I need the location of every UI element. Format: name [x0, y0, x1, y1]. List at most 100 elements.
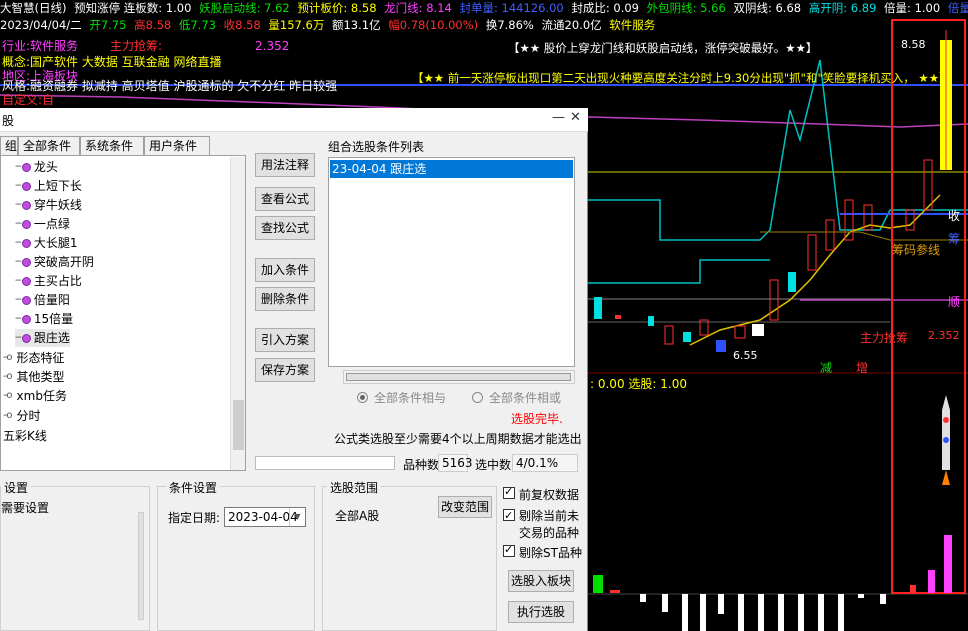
indicator-demon: 妖股启动线: 7.62: [199, 1, 290, 15]
condition-tree[interactable]: --- 龙头 --- 上短下长 --- 穿牛妖线 --- 一点绿 --- 大长腿1 ---…: [0, 155, 246, 471]
quote-bar: 2023/04/04/二 开7.75 高8.58 低7.73 收8.58 量15…: [0, 17, 968, 34]
range-value: 全部A股: [335, 509, 380, 523]
tree-item[interactable]: --- 大长腿1: [15, 234, 77, 252]
chk-exclude-st[interactable]: 剔除ST品种: [503, 543, 582, 561]
tree-item-label: 主买占比: [33, 274, 82, 288]
usage-button[interactable]: 用法注释: [255, 153, 315, 177]
chart-main-force-value: 2.352: [928, 329, 960, 342]
radio-icon: [357, 392, 368, 403]
tab-system-conditions[interactable]: 系统条件: [80, 136, 144, 156]
tree-item-selected[interactable]: --- 跟庄选: [15, 329, 70, 347]
quote-sector: 软件服务: [609, 18, 656, 32]
close-icon[interactable]: ✕: [570, 110, 581, 125]
tree-item-label: 穿牛妖线: [33, 198, 82, 212]
dialog-titlebar: 股 — ✕: [0, 108, 588, 132]
tree-item[interactable]: --- 突破高开阴: [15, 253, 94, 271]
radio-and[interactable]: 全部条件相与: [357, 389, 446, 406]
chip-line-label: 筹码参线: [892, 243, 941, 257]
tree-group-label: 其他类型: [16, 370, 65, 384]
main-force-label: 主力抢筹:: [110, 39, 163, 53]
date-label: 指定日期:: [168, 511, 221, 525]
radio-icon: [472, 392, 483, 403]
scroll-thumb[interactable]: [233, 400, 244, 450]
selected-value: 4/0.1%: [512, 454, 578, 472]
condition-settings-group: 条件设置 指定日期: 2023-04-04 ▼: [157, 479, 315, 631]
tree-item-label: 一点绿: [33, 217, 70, 231]
quote-float: 流通20.0亿: [541, 18, 602, 32]
formula-icon: [21, 333, 31, 343]
chk-exclude-untraded[interactable]: 剔除当前未交易的品种: [503, 507, 583, 542]
formula-icon: [21, 238, 31, 248]
tree-group[interactable]: --o 分时: [3, 407, 41, 425]
app-title: 大智慧(日线): [0, 1, 67, 15]
formula-icon: [21, 181, 31, 191]
chart-right-label-4: 顺: [948, 295, 961, 309]
settings-scrollbar[interactable]: [138, 512, 144, 620]
date-value: 2023-04-04: [228, 510, 298, 524]
tree-group-label: xmb任务: [16, 389, 67, 403]
quote-volume: 量157.6万: [268, 18, 325, 32]
tree-scrollbar[interactable]: [230, 157, 245, 470]
checkbox-icon: [503, 543, 515, 557]
add-condition-button[interactable]: 加入条件: [255, 258, 315, 282]
banner-1: 【★★ 股价上穿龙门线和妖股启动线，涨停突破最好。★★】: [508, 41, 818, 55]
list-hscrollbar[interactable]: [343, 370, 575, 384]
tree-item[interactable]: --- 主买占比: [15, 272, 82, 290]
indicator-dragon: 龙门线: 8.14: [384, 1, 452, 15]
settings-title: 设置: [1, 479, 32, 496]
marker-increase: 增: [856, 361, 869, 375]
change-range-button[interactable]: 改变范围: [438, 496, 492, 518]
scroll-thumb[interactable]: [346, 373, 571, 381]
quote-high: 高8.58: [134, 18, 172, 32]
view-formula-button[interactable]: 查看公式: [255, 187, 315, 211]
tree-item[interactable]: --- 15倍量: [15, 310, 73, 328]
import-plan-button[interactable]: 引入方案: [255, 328, 315, 352]
settings-note: 需要设置: [1, 501, 50, 515]
cond-title: 条件设置: [166, 479, 221, 496]
save-plan-button[interactable]: 保存方案: [255, 358, 315, 382]
chart-main-force-label: 主力抢筹: [860, 331, 909, 345]
chk-forward-adjust[interactable]: 前复权数据: [503, 485, 580, 503]
tree-item[interactable]: --- 倍量阳: [15, 291, 70, 309]
tree-item[interactable]: --- 一点绿: [15, 215, 70, 233]
tree-item-label: 大长腿1: [33, 236, 78, 250]
chk1-label: 前复权数据: [519, 488, 580, 502]
date-picker[interactable]: 2023-04-04 ▼: [224, 507, 306, 527]
tree-group[interactable]: --o 其他类型: [3, 368, 65, 386]
quote-change: 幅0.78(10.00%): [388, 18, 479, 32]
indicator-outer: 外包阴线: 5.66: [646, 1, 726, 15]
tab-all-conditions[interactable]: 全部条件: [18, 136, 80, 156]
tree-group[interactable]: --o xmb任务: [3, 387, 67, 405]
minimize-icon[interactable]: —: [552, 110, 565, 125]
find-formula-button[interactable]: 查找公式: [255, 216, 315, 240]
formula-note: 公式类选股至少需要4个以上周期数据才能选出: [334, 432, 582, 446]
indicator-seal: 封单量: 144126.00: [459, 1, 564, 15]
chk3-label: 剔除ST品种: [519, 546, 582, 560]
indicator-volx: 倍量: 1.00: [884, 1, 941, 15]
list-item[interactable]: 23-04-04 跟庄选: [330, 160, 573, 178]
banner-2: 【★★ 前一天涨停板出现口第二天出现火种要高度关注分时上9.30分出现"抓"和"…: [412, 71, 951, 85]
tree-item-label: 龙头: [33, 160, 58, 174]
chevron-down-icon[interactable]: ▼: [289, 508, 305, 526]
indicator-limit: 预知涨停 连板数: 1.00: [74, 1, 192, 15]
condition-list[interactable]: 23-04-04 跟庄选: [328, 157, 575, 367]
tree-group[interactable]: --o 形态特征: [3, 349, 65, 367]
execute-button[interactable]: 执行选股: [508, 601, 574, 623]
marker-decrease: 减: [820, 361, 833, 375]
radio-or[interactable]: 全部条件相或: [472, 389, 561, 406]
tree-item[interactable]: --- 上短下长: [15, 177, 82, 195]
to-block-button[interactable]: 选股入板块: [508, 570, 574, 592]
tree-group-label: 形态特征: [16, 351, 65, 365]
tree-root-label: 五彩K线: [3, 429, 47, 443]
quote-amount: 额13.1亿: [331, 18, 381, 32]
tree-root[interactable]: 五彩K线: [3, 427, 47, 445]
tree-item[interactable]: --- 穿牛妖线: [15, 196, 82, 214]
tree-item[interactable]: --- 龙头: [15, 158, 58, 176]
delete-condition-button[interactable]: 删除条件: [255, 287, 315, 311]
formula-icon: [21, 162, 31, 172]
indicator-gap: 高开阴: 6.89: [808, 1, 877, 15]
tab-group[interactable]: 组: [0, 136, 18, 156]
tree-item-label: 突破高开阴: [33, 255, 94, 269]
low-price-label: 6.55: [733, 349, 758, 362]
tab-user-conditions[interactable]: 用户条件: [144, 136, 210, 156]
